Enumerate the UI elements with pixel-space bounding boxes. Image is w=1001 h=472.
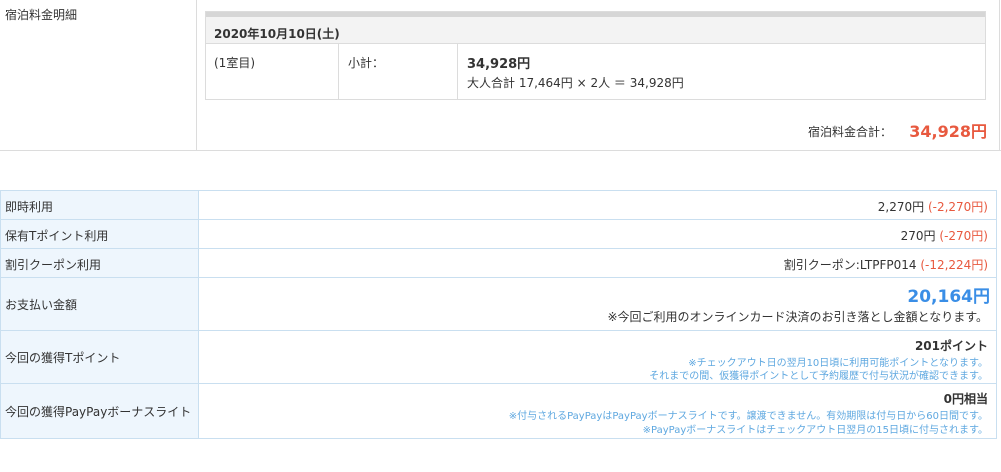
payment-table: 即時利用 2,270円 (-2,270円) 保有Tポイント利用 270円 (-2… [0, 190, 997, 439]
table-row-earned-paypay: 今回の獲得PayPayボーナスライト 0円相当 ※付与されるPayPayはPay… [1, 384, 996, 438]
room-total-row: 宿泊料金合計： 34,928円 [700, 117, 987, 143]
instant-use-amount: 2,270円 [877, 200, 925, 214]
row-label-cell: 今回の獲得Tポイント [1, 331, 199, 383]
room-total-label: 宿泊料金合計： [807, 125, 892, 139]
earned-tpoint-value: 201ポイント [914, 339, 988, 353]
table-row-earned-tpoint: 今回の獲得Tポイント 201ポイント ※チェックアウト日の翌月10日頃に利用可能… [1, 331, 996, 384]
coupon-use-value: 割引クーポン:LTPFP014 (-12,224円) [784, 256, 988, 273]
earned-tpoint-label: 今回の獲得Tポイント [5, 351, 121, 365]
subtotal-calculation: 大人合計 17,464円 × 2人 ＝ 34,928円 [467, 76, 684, 90]
instant-use-label: 即時利用 [5, 200, 54, 214]
room-charges-section: 宿泊料金明細 2020年10月10日(土) (1室目) 小計： 34,928円 … [0, 0, 1001, 151]
subtotal-label-cell: 小計： [339, 44, 458, 99]
tpoint-use-deduction: (-270円) [939, 229, 988, 243]
table-row-payment-amount: お支払い金額 20,164円 ※今回ご利用のオンラインカード決済のお引き落とし金… [1, 278, 996, 331]
tpoint-use-value: 270円 (-270円) [901, 227, 988, 244]
earned-paypay-label: 今回の獲得PayPayボーナスライト [5, 405, 192, 419]
subtotal-amount-cell: 34,928円 大人合計 17,464円 × 2人 ＝ 34,928円 [458, 44, 985, 99]
payment-amount-note: ※今回ご利用のオンラインカード決済のお引き落とし金額となります。 [607, 310, 989, 324]
earned-paypay-note-2: ※PayPayボーナスライトはチェックアウト日翌月の15日頃に付与されます。 [642, 425, 988, 436]
row-label-cell: 割引クーポン利用 [1, 249, 199, 277]
table-row-tpoint-use: 保有Tポイント利用 270円 (-270円) [1, 220, 996, 249]
instant-use-deduction: (-2,270円) [927, 200, 988, 214]
coupon-use-label: 割引クーポン利用 [5, 258, 102, 272]
earned-paypay-note-1: ※付与されるPayPayはPayPayボーナスライトです。譲渡できません。有効期… [508, 411, 988, 422]
row-label-cell: 即時利用 [1, 191, 199, 219]
payment-amount-value: 20,164円 [907, 287, 990, 307]
charge-detail-table: 2020年10月10日(土) (1室目) 小計： 34,928円 大人合計 17… [205, 11, 986, 100]
divider [999, 0, 1000, 150]
subtotal-amount: 34,928円 [467, 57, 531, 72]
room-total-amount: 34,928円 [909, 122, 987, 141]
tpoint-use-amount: 270円 [900, 229, 936, 243]
table-row-coupon-use: 割引クーポン利用 割引クーポン:LTPFP014 (-12,224円) [1, 249, 996, 278]
room-charges-label: 宿泊料金明細 [5, 8, 78, 22]
room-number: (1室目) [214, 56, 255, 70]
room-charges-label-cell: 宿泊料金明細 [0, 0, 197, 150]
coupon-code: 割引クーポン:LTPFP014 [783, 258, 917, 272]
earned-tpoint-note-2: それまでの間、仮獲得ポイントとして予約履歴で付与状況が確認できます。 [649, 371, 988, 382]
row-label-cell: お支払い金額 [1, 278, 199, 330]
payment-amount-label: お支払い金額 [5, 298, 78, 312]
stay-date: 2020年10月10日(土) [214, 27, 340, 41]
earned-paypay-value: 0円相当 [943, 392, 988, 406]
room-number-cell: (1室目) [206, 44, 339, 99]
row-label-cell: 今回の獲得PayPayボーナスライト [1, 384, 199, 438]
instant-use-value: 2,270円 (-2,270円) [878, 198, 988, 215]
coupon-deduction: (-12,224円) [920, 258, 988, 272]
subtotal-label: 小計： [348, 56, 385, 70]
tpoint-use-label: 保有Tポイント利用 [5, 229, 109, 243]
table-row-instant-use: 即時利用 2,270円 (-2,270円) [1, 191, 996, 220]
row-label-cell: 保有Tポイント利用 [1, 220, 199, 248]
stay-date-header: 2020年10月10日(土) [206, 12, 985, 44]
